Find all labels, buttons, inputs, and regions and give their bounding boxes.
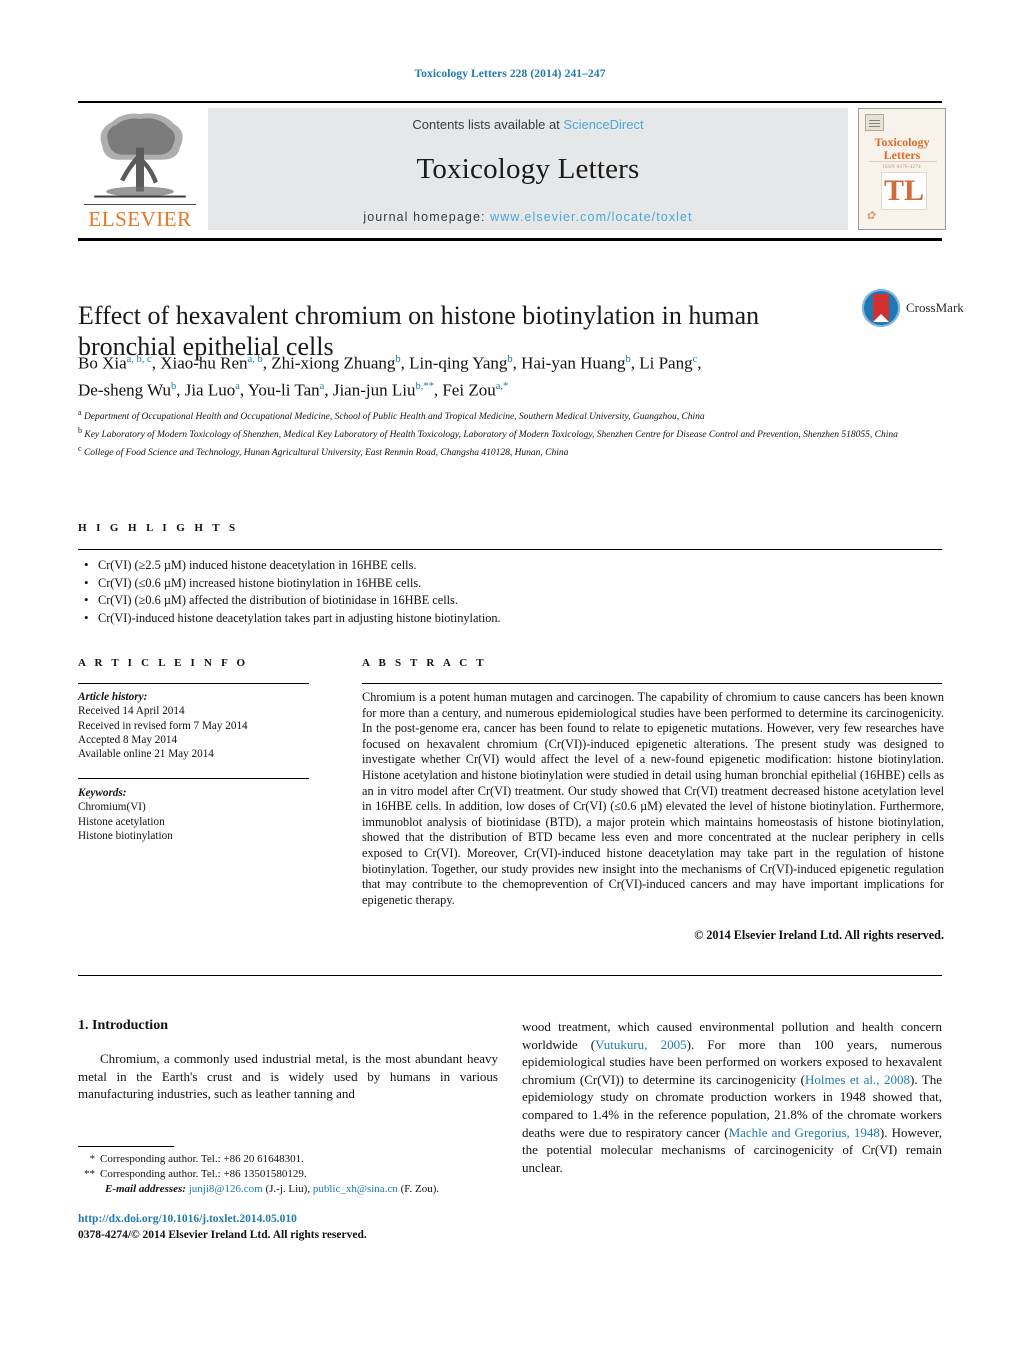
doi-link[interactable]: http://dx.doi.org/10.1016/j.toxlet.2014.… — [78, 1213, 508, 1225]
email-link-zou[interactable]: public_xh@sina.cn — [313, 1183, 398, 1195]
body-column-right: wood treatment, which caused environment… — [522, 1018, 942, 1176]
email-label: E-mail addresses: — [105, 1183, 186, 1195]
body-column-left: 1. Introduction Chromium, a commonly use… — [78, 1018, 498, 1103]
affiliation-text: Department of Occupational Health and Oc… — [83, 412, 705, 423]
keyword-item: Chromium(VI) — [78, 801, 146, 814]
cover-subtitle: ISSN 0378-4274 — [883, 165, 921, 170]
article-info-rule — [78, 683, 309, 685]
abstract-rule — [362, 683, 942, 685]
cover-artwork: ✿ — [866, 210, 876, 222]
highlights-list: Cr(VI) (≥2.5 µM) induced histone deacety… — [82, 556, 942, 628]
affiliation-item: a Department of Occupational Health and … — [78, 406, 908, 424]
intro-paragraph-left: Chromium, a commonly used industrial met… — [78, 1051, 498, 1102]
elsevier-wordmark: ELSEVIER — [88, 207, 192, 231]
cover-monogram: TL — [883, 174, 925, 207]
crossmark-icon — [862, 289, 900, 327]
citation-link-machle[interactable]: Machle and Gregorius, 1948 — [729, 1125, 880, 1140]
abstract-copyright: © 2014 Elsevier Ireland Ltd. All rights … — [694, 928, 944, 942]
list-item: Cr(VI)-induced histone deacetylation tak… — [82, 609, 942, 628]
elsevier-tree-icon — [94, 113, 186, 198]
footnotes-block: * Corresponding author. Tel.: +86 20 616… — [78, 1152, 508, 1197]
crossmark-badge[interactable]: CrossMark — [862, 288, 964, 328]
highlights-rule — [78, 549, 942, 551]
affiliation-mark: a — [78, 408, 82, 417]
abstract-heading: A B S T R A C T — [362, 657, 487, 669]
article-info-heading: A R T I C L E I N F O — [78, 657, 249, 669]
article-history-heading: Article history: — [78, 691, 148, 703]
cover-stamp-icon — [865, 114, 884, 131]
affiliations: a Department of Occupational Health and … — [78, 406, 908, 460]
keywords-block: Keywords: Chromium(VI) Histone acetylati… — [78, 786, 318, 843]
header-top-rule — [78, 101, 942, 103]
article-history-item: Accepted 8 May 2014 — [78, 733, 178, 746]
homepage-link[interactable]: www.elsevier.com/locate/toxlet — [490, 210, 693, 224]
elsevier-logo-rule — [84, 203, 196, 205]
sciencedirect-link[interactable]: ScienceDirect — [563, 117, 643, 132]
keywords-rule — [78, 778, 309, 780]
journal-cover-thumbnail: Toxicology Letters ISSN 0378-4274 TL ✿ — [858, 108, 946, 230]
issn-copyright-line: 0378-4274/© 2014 Elsevier Ireland Ltd. A… — [78, 1229, 367, 1241]
affiliation-item: c College of Food Science and Technology… — [78, 442, 908, 460]
contents-lists-text: Contents lists available at — [412, 116, 564, 132]
contents-lists-line: Contents lists available at ScienceDirec… — [412, 117, 643, 132]
elsevier-logo: ELSEVIER — [79, 108, 201, 230]
author-line-2: De-sheng Wub, Jia Luoa, You-li Tana, Jia… — [78, 380, 509, 400]
paper-page: Toxicology Letters 228 (2014) 241–247 EL… — [0, 0, 1020, 1351]
footnote-mark: * — [89, 1153, 96, 1165]
keyword-item: Histone acetylation — [78, 815, 165, 828]
footnote-mark: ** — [84, 1168, 95, 1180]
footnote-corresponding-2: ** Corresponding author. Tel.: +86 13501… — [78, 1167, 508, 1182]
footnote-text: Corresponding author. Tel.: +86 13501580… — [100, 1168, 307, 1180]
affiliation-text: College of Food Science and Technology, … — [83, 448, 569, 459]
article-history: Article history: Received 14 April 2014 … — [78, 690, 318, 761]
affiliation-mark: b — [78, 426, 82, 436]
list-item: Cr(VI) (≤0.6 µM) increased histone bioti… — [82, 574, 942, 593]
journal-banner: Contents lists available at ScienceDirec… — [208, 108, 848, 230]
article-history-item: Available online 21 May 2014 — [78, 748, 214, 761]
keywords-heading: Keywords: — [78, 787, 127, 799]
affiliation-item: b Key Laboratory of Modern Toxicology of… — [78, 424, 908, 442]
journal-homepage-line: journal homepage: www.elsevier.com/locat… — [363, 210, 692, 224]
footnote-corresponding-1: * Corresponding author. Tel.: +86 20 616… — [78, 1152, 508, 1167]
header-bottom-rule — [78, 238, 942, 241]
list-item: Cr(VI) (≥0.6 µM) affected the distributi… — [82, 591, 942, 610]
highlights-heading: H I G H L I G H T S — [78, 522, 239, 534]
running-head: Toxicology Letters 228 (2014) 241–247 — [414, 68, 606, 80]
author-list: Bo Xiaa, b, c, Xiao-hu Rena, b, Zhi-xion… — [78, 348, 878, 401]
author-line-1: Bo Xiaa, b, c, Xiao-hu Rena, b, Zhi-xion… — [78, 353, 702, 373]
footnote-emails: E-mail addresses: junji8@126.com (J.-j. … — [78, 1182, 508, 1197]
affiliation-text: Key Laboratory of Modern Toxicology of S… — [84, 430, 898, 441]
homepage-label: journal homepage: — [363, 209, 491, 224]
citation-link-vutukuru[interactable]: Vutukuru, 2005 — [595, 1037, 687, 1052]
affiliation-mark: c — [78, 444, 82, 454]
abstract-text: Chromium is a potent human mutagen and c… — [362, 690, 944, 907]
footnote-text: Corresponding author. Tel.: +86 20 61648… — [100, 1153, 304, 1165]
email-owner-liu: (J.-j. Liu), — [265, 1183, 311, 1195]
email-link-liu[interactable]: junji8@126.com — [189, 1183, 263, 1195]
list-item: Cr(VI) (≥2.5 µM) induced histone deacety… — [82, 556, 942, 575]
citation-link-holmes[interactable]: Holmes et al., 2008 — [805, 1072, 910, 1087]
intro-paragraph-right: wood treatment, which caused environment… — [522, 1018, 942, 1176]
body-separator-rule — [78, 975, 942, 977]
crossmark-label: CrossMark — [906, 300, 964, 315]
cover-journal-title: Toxicology Letters — [859, 136, 945, 162]
section-heading-introduction: 1. Introduction — [78, 1018, 168, 1033]
cover-monogram-box: TL — [881, 172, 927, 210]
cover-divider — [869, 161, 937, 162]
journal-title: Toxicology Letters — [416, 152, 640, 185]
article-history-item: Received 14 April 2014 — [78, 705, 185, 718]
email-owner-zou: (F. Zou). — [400, 1183, 440, 1195]
footnote-rule — [78, 1146, 174, 1148]
article-history-item: Received in revised form 7 May 2014 — [78, 719, 248, 732]
keyword-item: Histone biotinylation — [78, 829, 173, 842]
